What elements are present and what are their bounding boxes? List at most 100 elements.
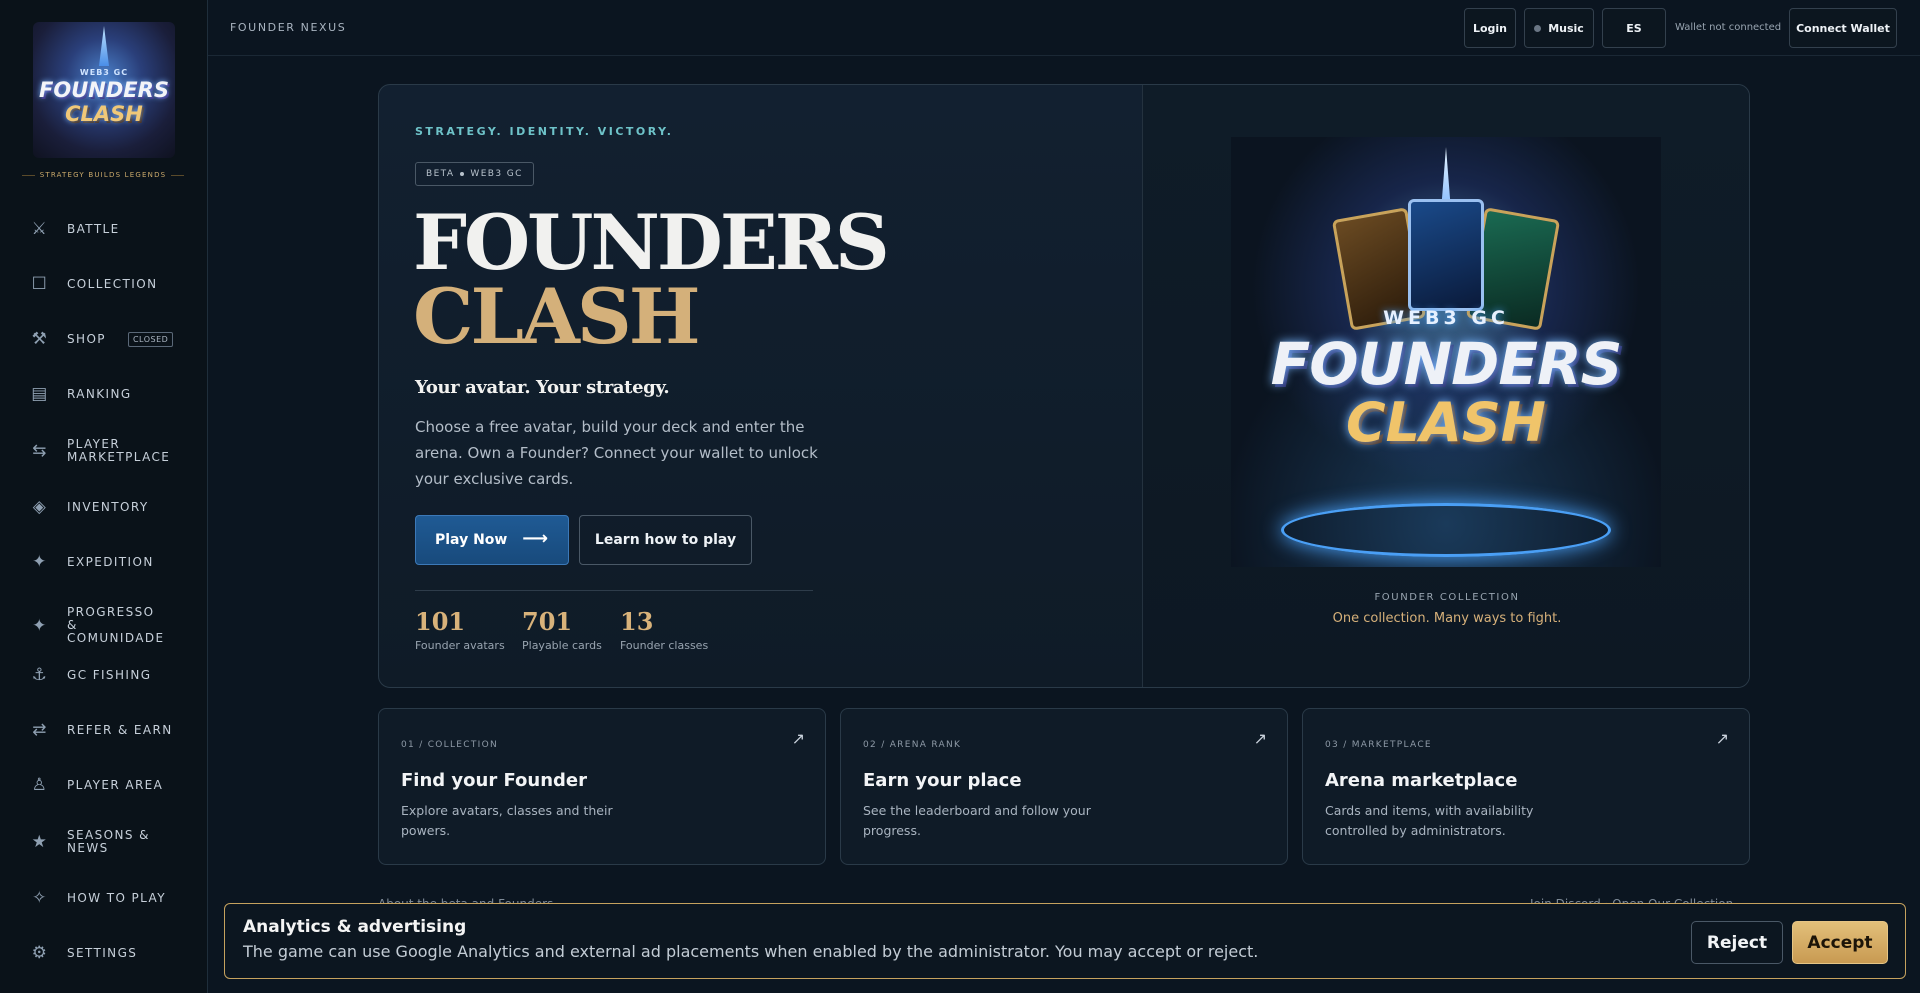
sidebar-item-battle[interactable]: ⚔ BATTLE	[28, 219, 188, 239]
consent-title: Analytics & advertising	[243, 917, 467, 937]
feature-description: Cards and items, with availability contr…	[1325, 803, 1534, 838]
arrow-up-right-icon: ↗	[1715, 729, 1729, 748]
feature-card-arena-rank[interactable]: 02 / ARENA RANK ↗ Earn your place See th…	[840, 708, 1288, 865]
logo-line1: FOUNDERS	[39, 78, 169, 102]
hero-title-line1: FOUNDERS	[413, 198, 890, 287]
hero-subhead: Your avatar. Your strategy.	[415, 377, 670, 398]
pill-right-text: WEB3 GC	[470, 169, 523, 179]
hero-kicker: STRATEGY. IDENTITY. VICTORY.	[415, 125, 674, 138]
music-status-dot-icon	[1534, 24, 1542, 32]
feature-description: See the leaderboard and follow your prog…	[863, 803, 1091, 838]
beta-pill: BETA WEB3 GC	[415, 162, 534, 186]
play-now-button[interactable]: Play Now ⟶	[415, 515, 569, 565]
swap-icon: ⇆	[32, 441, 48, 461]
feature-tag: 01 / COLLECTION	[401, 740, 499, 750]
arena-ring-art	[1281, 503, 1611, 557]
logo-top-text: WEB3 GC	[79, 68, 129, 77]
feature-title: Earn your place	[863, 770, 1022, 791]
sparkle-icon: ✦	[32, 552, 48, 572]
logo-spire-icon	[99, 26, 109, 66]
collection-kicker: FOUNDER COLLECTION	[1374, 592, 1520, 603]
sidebar: WEB3 GC FOUNDERS CLASH STRATEGY BUILDS L…	[0, 0, 208, 993]
sidebar-item-label: SEASONS & NEWS	[67, 828, 150, 855]
artwork-line2: CLASH	[1346, 391, 1546, 454]
star-sparkle-icon: ✦	[32, 615, 48, 636]
divider	[22, 174, 35, 176]
collection-caption: One collection. Many ways to fight.	[1332, 611, 1562, 626]
feature-card-collection[interactable]: 01 / COLLECTION ↗ Find your Founder Expl…	[378, 708, 826, 865]
arrow-up-right-icon: ↗	[1253, 729, 1267, 748]
sidebar-item-seasons-news[interactable]: ★ SEASONS & NEWS	[28, 829, 188, 855]
square-icon: ☐	[31, 274, 49, 294]
pill-left-text: BETA	[426, 169, 455, 179]
stat-value: 13	[620, 607, 654, 636]
stat-playable-cards: 701 Playable cards	[522, 607, 602, 652]
arrow-right-icon: ⟶	[522, 528, 548, 549]
connect-wallet-button[interactable]: Connect Wallet	[1789, 8, 1897, 48]
brand-name: FOUNDER NEXUS	[230, 21, 347, 34]
swords-icon: ⚔	[31, 219, 49, 239]
sidebar-item-label: SETTINGS	[67, 945, 138, 960]
game-logo[interactable]: WEB3 GC FOUNDERS CLASH	[33, 22, 175, 158]
sidebar-item-collection[interactable]: ☐ COLLECTION	[28, 274, 188, 294]
feature-tag: 02 / ARENA RANK	[863, 740, 962, 750]
sidebar-item-label: RANKING	[67, 386, 132, 401]
sidebar-item-expedition[interactable]: ✦ EXPEDITION	[28, 552, 188, 572]
sidebar-tagline: STRATEGY BUILDS LEGENDS	[22, 171, 185, 179]
status-badge: CLOSED	[127, 331, 174, 347]
learn-how-to-play-button[interactable]: Learn how to play	[579, 515, 752, 565]
hero-title-line2: CLASH	[413, 272, 701, 361]
artwork-line1: FOUNDERS	[1270, 330, 1623, 398]
wallet-status: Wallet not connected	[1675, 22, 1782, 33]
exchange-arrows-icon: ⇄	[32, 720, 48, 740]
divider	[171, 174, 185, 176]
sidebar-item-label: COLLECTION	[67, 276, 158, 291]
language-button[interactable]: ES	[1602, 8, 1666, 48]
diamond-icon: ◈	[32, 497, 48, 517]
outline-sparkle-icon: ✧	[32, 888, 48, 908]
stat-label: Founder avatars	[415, 639, 505, 652]
sidebar-item-player-area[interactable]: ♙ PLAYER AREA	[28, 775, 188, 795]
hero-panel: STRATEGY. IDENTITY. VICTORY. BETA WEB3 G…	[378, 84, 1750, 688]
music-label: Music	[1548, 21, 1584, 35]
sidebar-item-label: BATTLE	[67, 221, 120, 236]
hero-description: Choose a free avatar, build your deck an…	[415, 418, 818, 488]
top-bar: FOUNDER NEXUS Login Music ES Wallet not …	[208, 0, 1920, 56]
sidebar-item-label: GC FISHING	[67, 667, 152, 682]
sidebar-item-label: EXPEDITION	[67, 554, 154, 569]
artwork-web3-text: WEB3 GC	[1383, 307, 1509, 329]
stat-value: 101	[415, 607, 466, 636]
sidebar-item-how-to-play[interactable]: ✧ HOW TO PLAY	[28, 888, 188, 908]
play-now-label: Play Now	[435, 532, 508, 548]
consent-text: The game can use Google Analytics and ex…	[243, 942, 1259, 961]
sidebar-item-inventory[interactable]: ◈ INVENTORY	[28, 497, 188, 517]
sidebar-item-player-marketplace[interactable]: ⇆ PLAYER MARKETPLACE	[28, 438, 188, 464]
sidebar-item-label: PLAYER AREA	[67, 777, 164, 792]
feature-description: Explore avatars, classes and their power…	[401, 803, 613, 838]
sidebar-item-label: REFER & EARN	[67, 722, 173, 737]
consent-banner: Analytics & advertising The game can use…	[224, 903, 1906, 979]
arrow-up-right-icon: ↗	[791, 729, 805, 748]
sidebar-item-settings[interactable]: ⚙ SETTINGS	[28, 943, 188, 963]
hammer-pick-icon: ⚒	[31, 329, 49, 349]
feature-card-marketplace[interactable]: 03 / MARKETPLACE ↗ Arena marketplace Car…	[1302, 708, 1750, 865]
sidebar-item-refer-earn[interactable]: ⇄ REFER & EARN	[28, 720, 188, 740]
music-toggle[interactable]: Music	[1524, 8, 1594, 48]
dot-separator-icon	[460, 172, 465, 176]
feature-title: Find your Founder	[401, 770, 588, 791]
reject-button[interactable]: Reject	[1691, 921, 1783, 964]
sidebar-item-gc-fishing[interactable]: ⚓ GC FISHING	[28, 665, 188, 685]
stat-label: Founder classes	[620, 639, 709, 652]
sidebar-item-ranking[interactable]: ▤ RANKING	[28, 384, 188, 404]
accept-button[interactable]: Accept	[1792, 921, 1888, 964]
tagline-text: STRATEGY BUILDS LEGENDS	[39, 171, 167, 179]
sidebar-item-label: PLAYER MARKETPLACE	[67, 437, 171, 464]
star-card-art	[1408, 199, 1484, 311]
login-button[interactable]: Login	[1464, 8, 1516, 48]
sidebar-item-shop[interactable]: ⚒ SHOP CLOSED	[28, 329, 188, 349]
feature-tag: 03 / MARKETPLACE	[1325, 740, 1432, 750]
sidebar-item-label: PROGRESSO & COMUNIDADE	[67, 605, 165, 645]
feature-title: Arena marketplace	[1325, 770, 1518, 791]
person-icon: ♙	[31, 775, 49, 795]
sidebar-item-progresso-comunidade[interactable]: ✦ PROGRESSO & COMUNIDADE	[28, 606, 188, 645]
